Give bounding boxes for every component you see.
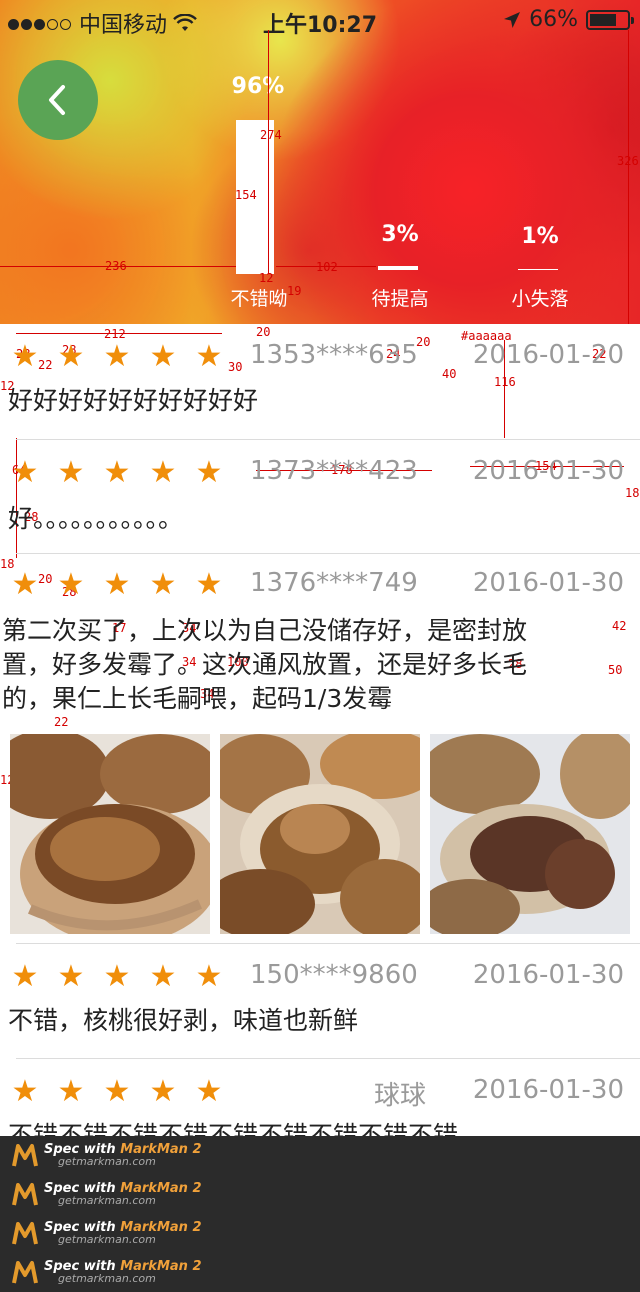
review-text: 不错不错不错不错不错不错不错不错不错 bbox=[8, 1121, 459, 1136]
spec-label: 19 bbox=[287, 284, 302, 298]
review-text: 好好好好好好好好好好 bbox=[8, 386, 259, 415]
location-arrow-icon bbox=[504, 11, 521, 28]
star-icon: ★ bbox=[195, 1074, 223, 1109]
star-icon: ★ bbox=[149, 1074, 177, 1109]
spec-line bbox=[268, 30, 269, 274]
review-item: ★ ★ ★ ★ ★ 1376****749 2016-01-30 第二次买了，上… bbox=[0, 554, 640, 944]
review-text: 第二次买了，上次以为自己没储存好，是密封放 置，好多发霉了。这次通风放置，还是好… bbox=[2, 614, 620, 716]
spec-label: 12 bbox=[259, 271, 274, 285]
markman-footer: Spec with MarkMan 2 getmarkman.com Spec … bbox=[0, 1136, 640, 1292]
star-icon: ★ bbox=[149, 455, 177, 490]
star-rating: ★ ★ ★ ★ ★ bbox=[10, 342, 224, 372]
review-text-line: 置，好多发霉了。这次通风放置，还是好多长毛 bbox=[2, 650, 528, 679]
markman-logo-icon bbox=[12, 1222, 38, 1245]
star-icon: ★ bbox=[149, 339, 177, 374]
markman-logo-icon bbox=[12, 1183, 38, 1206]
stat-label-improve[interactable]: 待提高 bbox=[352, 284, 448, 311]
review-date: 2016-01-30 bbox=[472, 568, 624, 598]
markman-logo-icon bbox=[12, 1144, 38, 1167]
star-icon: ★ bbox=[11, 339, 39, 374]
markman-badge: Spec with MarkMan 2 getmarkman.com bbox=[12, 1142, 202, 1168]
spec-label: 154 bbox=[235, 188, 257, 202]
review-date: 2016-01-30 bbox=[472, 456, 624, 486]
star-icon: ★ bbox=[103, 339, 131, 374]
star-icon: ★ bbox=[195, 959, 223, 994]
star-icon: ★ bbox=[57, 339, 85, 374]
chevron-left-icon bbox=[49, 85, 65, 115]
review-item: ★ ★ ★ ★ ★ 球球 2016-01-30 不错不错不错不错不错不错不错不错… bbox=[0, 1059, 640, 1136]
stat-bar-improve bbox=[378, 266, 418, 270]
review-user: 1353****635 bbox=[250, 340, 418, 370]
star-icon: ★ bbox=[57, 1074, 85, 1109]
star-icon: ★ bbox=[195, 567, 223, 602]
spec-label: 236 bbox=[105, 259, 127, 273]
back-button[interactable] bbox=[18, 60, 98, 140]
spec-line bbox=[628, 30, 629, 324]
markman-badge: Spec with MarkMan 2 getmarkman.com bbox=[12, 1220, 202, 1246]
star-icon: ★ bbox=[149, 959, 177, 994]
star-icon: ★ bbox=[103, 1074, 131, 1109]
review-user: 球球 bbox=[374, 1081, 427, 1111]
star-icon: ★ bbox=[57, 455, 85, 490]
star-icon: ★ bbox=[11, 1074, 39, 1109]
review-text: 好。。。。。。。。。。。 bbox=[8, 504, 184, 533]
star-icon: ★ bbox=[57, 567, 85, 602]
review-text-line: 的，果仁上长毛嗣喂，起码1/3发霉 bbox=[2, 684, 393, 713]
star-rating: ★ ★ ★ ★ ★ bbox=[10, 1077, 224, 1107]
review-item: ★ ★ ★ ★ ★ 1353****635 2016-01-20 好好好好好好好… bbox=[0, 324, 640, 440]
star-icon: ★ bbox=[195, 339, 223, 374]
star-icon: ★ bbox=[11, 567, 39, 602]
star-icon: ★ bbox=[195, 455, 223, 490]
markman-badge: Spec with MarkMan 2 getmarkman.com bbox=[12, 1259, 202, 1285]
review-text-line: 第二次买了，上次以为自己没储存好，是密封放 bbox=[2, 616, 528, 645]
review-user: 150****9860 bbox=[250, 960, 418, 990]
markman-badge: Spec with MarkMan 2 getmarkman.com bbox=[12, 1181, 202, 1207]
review-date: 2016-01-30 bbox=[472, 1075, 624, 1105]
stat-bar-disappoint bbox=[518, 269, 558, 270]
review-text: 不错，核桃很好剥，味道也新鲜 bbox=[8, 1006, 359, 1035]
star-icon: ★ bbox=[149, 567, 177, 602]
star-icon: ★ bbox=[57, 959, 85, 994]
star-icon: ★ bbox=[11, 455, 39, 490]
spec-label: 326 bbox=[617, 154, 639, 168]
star-rating: ★ ★ ★ ★ ★ bbox=[10, 570, 224, 600]
markman-logo-icon bbox=[12, 1261, 38, 1284]
review-date: 2016-01-30 bbox=[472, 960, 624, 990]
battery-icon bbox=[586, 9, 634, 30]
star-rating: ★ ★ ★ ★ ★ bbox=[10, 458, 224, 488]
star-icon: ★ bbox=[103, 959, 131, 994]
stat-label-disappoint[interactable]: 小失落 bbox=[492, 284, 588, 311]
spec-label: 274 bbox=[260, 128, 282, 142]
header-banner: 中国移动 上午10:27 66% 96% 不错呦 3% 待提高 1% 小失落 bbox=[0, 0, 640, 324]
star-icon: ★ bbox=[103, 455, 131, 490]
review-photo[interactable] bbox=[430, 734, 630, 934]
stat-percent-good: 96% bbox=[231, 74, 285, 99]
star-rating: ★ ★ ★ ★ ★ bbox=[10, 962, 224, 992]
battery-percent: 66% bbox=[529, 7, 578, 32]
review-item: ★ ★ ★ ★ ★ 150****9860 2016-01-30 不错，核桃很好… bbox=[0, 944, 640, 1058]
stat-percent-disappoint: 1% bbox=[521, 224, 559, 249]
review-user: 1373****423 bbox=[250, 456, 418, 486]
review-photo[interactable] bbox=[220, 734, 420, 934]
review-photo[interactable] bbox=[10, 734, 210, 934]
star-icon: ★ bbox=[11, 959, 39, 994]
spec-label: 102 bbox=[316, 260, 338, 274]
stat-percent-improve: 3% bbox=[381, 222, 419, 247]
star-icon: ★ bbox=[103, 567, 131, 602]
review-item: ★ ★ ★ ★ ★ 1373****423 2016-01-30 好。。。。。。… bbox=[0, 440, 640, 554]
review-user: 1376****749 bbox=[250, 568, 418, 598]
status-bar: 中国移动 上午10:27 66% bbox=[0, 0, 640, 40]
review-date: 2016-01-20 bbox=[472, 340, 624, 370]
